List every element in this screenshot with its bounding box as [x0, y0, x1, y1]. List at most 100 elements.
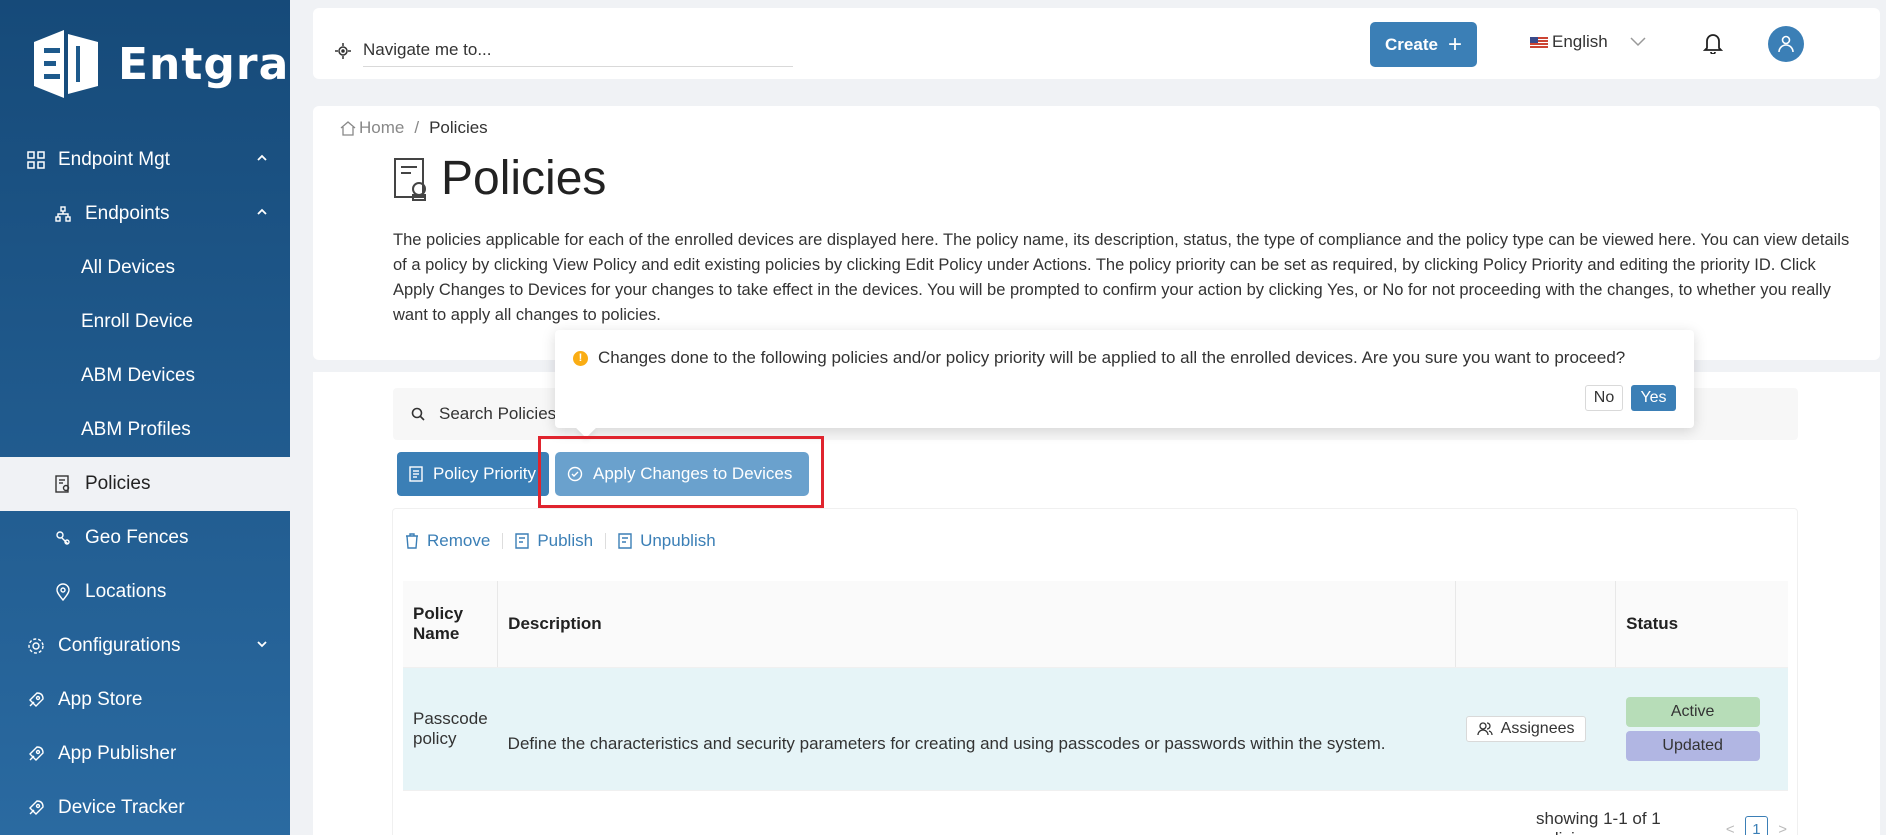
sidebar-item-label: App Publisher	[58, 743, 177, 764]
check-circle-icon	[567, 466, 583, 482]
trash-icon	[406, 533, 418, 549]
sidebar-item-label: App Store	[58, 689, 143, 710]
page-title: Policies	[393, 151, 606, 206]
sidebar-item-label: Configurations	[58, 635, 181, 656]
sidebar-item-endpoints[interactable]: Endpoints	[0, 187, 290, 241]
breadcrumb-home[interactable]: Home	[359, 118, 404, 138]
page-number[interactable]: 1	[1744, 816, 1769, 835]
policy-name-cell[interactable]: Passcode policy	[403, 667, 498, 791]
chevron-up-icon	[257, 208, 267, 215]
locate-icon	[335, 42, 351, 59]
sidebar-item-endpoint-mgt[interactable]: Endpoint Mgt	[0, 133, 290, 187]
brand-logo[interactable]: Entgra	[30, 28, 289, 100]
policy-document-icon	[394, 157, 426, 201]
publish-icon	[515, 533, 530, 549]
sidebar-item-app-publisher[interactable]: App Publisher	[0, 727, 290, 781]
language-selector[interactable]: English	[1530, 32, 1646, 52]
us-flag-icon	[1530, 36, 1548, 48]
sidebar-item-label: Enroll Device	[81, 311, 193, 332]
sidebar-item-policies[interactable]: Policies	[0, 457, 290, 511]
unpublish-button[interactable]: Unpublish	[618, 531, 716, 551]
sidebar-item-all-devices[interactable]: All Devices	[0, 241, 290, 295]
assignees-button[interactable]: Assignees	[1465, 715, 1586, 742]
policy-priority-button[interactable]: Policy Priority	[397, 452, 549, 496]
policies-table-card: Remove Publish Unpublish Policy Name Des…	[392, 508, 1798, 835]
sidebar-item-label: Device Tracker	[58, 797, 185, 818]
apply-changes-button[interactable]: Apply Changes to Devices	[555, 452, 809, 496]
assignees-label: Assignees	[1500, 719, 1575, 737]
page-title-text: Policies	[441, 152, 607, 205]
publish-label: Publish	[537, 531, 594, 550]
divider	[605, 533, 607, 549]
brand-name: Entgra	[118, 38, 290, 90]
sidebar-item-enroll-device[interactable]: Enroll Device	[0, 295, 290, 349]
confirm-message: ! Changes done to the following policies…	[573, 348, 1625, 368]
table-header-row: Policy Name Description Status	[403, 581, 1788, 668]
plus-icon: +	[1447, 30, 1462, 58]
unpublish-label: Unpublish	[640, 531, 716, 550]
navigate-input[interactable]	[363, 34, 793, 67]
sidebar-item-app-store[interactable]: App Store	[0, 673, 290, 727]
sidebar-item-label: Geo Fences	[85, 527, 189, 548]
column-header-policy-name[interactable]: Policy Name	[403, 581, 498, 668]
policy-icon	[53, 474, 73, 494]
breadcrumb-separator: /	[414, 118, 420, 137]
status-badge-updated: Updated	[1625, 730, 1760, 761]
sidebar-item-label: Locations	[85, 581, 167, 602]
chevron-up-icon	[257, 154, 267, 161]
unpublish-icon	[618, 533, 632, 549]
page-description: The policies applicable for each of the …	[393, 231, 1850, 324]
notification-bell-icon[interactable]	[1702, 32, 1724, 59]
status-badge-active: Active	[1625, 696, 1760, 727]
next-page-icon[interactable]: >	[1778, 821, 1787, 835]
sidebar-item-abm-devices[interactable]: ABM Devices	[0, 349, 290, 403]
sidebar-item-device-tracker[interactable]: Device Tracker	[0, 781, 290, 835]
sidebar-item-label: Policies	[85, 473, 151, 494]
rocket-icon	[26, 744, 46, 764]
page-header: Home / Policies Policies The policies ap…	[313, 106, 1880, 360]
policy-priority-label: Policy Priority	[433, 464, 536, 483]
confirm-message-text: Changes done to the following policies a…	[598, 348, 1626, 367]
grid-icon	[26, 150, 46, 170]
assignees-cell: Assignees	[1455, 667, 1616, 791]
language-label: English	[1552, 32, 1608, 51]
publish-button[interactable]: Publish	[515, 531, 593, 551]
gear-icon	[26, 636, 46, 656]
pagination-summary: showing 1-1 of 1 policies	[1536, 809, 1661, 835]
confirm-yes-button[interactable]: Yes	[1631, 385, 1676, 411]
apply-changes-label: Apply Changes to Devices	[593, 464, 793, 483]
pagination: showing 1-1 of 1 policies < 1 >	[1536, 809, 1797, 835]
user-avatar[interactable]	[1768, 26, 1804, 62]
policies-table: Policy Name Description Status Passcode …	[403, 581, 1788, 791]
topbar: Create + English	[313, 8, 1880, 79]
prev-page-icon[interactable]: <	[1726, 821, 1735, 835]
sidebar-nav: Endpoint Mgt Endpoints All Devices Enrol…	[0, 133, 290, 835]
sidebar: Entgra Endpoint Mgt Endpoints All Device…	[0, 0, 290, 835]
column-header-description: Description	[497, 581, 1456, 668]
column-header-status: Status	[1615, 581, 1788, 668]
breadcrumb: Home / Policies	[340, 118, 488, 138]
create-button[interactable]: Create +	[1370, 22, 1477, 67]
status-cell: Active Updated	[1615, 667, 1788, 791]
sidebar-item-label: ABM Devices	[81, 365, 196, 386]
sidebar-item-abm-profiles[interactable]: ABM Profiles	[0, 403, 290, 457]
sidebar-item-geo-fences[interactable]: Geo Fences	[0, 511, 290, 565]
sidebar-item-configurations[interactable]: Configurations	[0, 619, 290, 673]
rocket-icon	[26, 798, 46, 818]
sidebar-item-label: ABM Profiles	[81, 419, 191, 440]
bulk-actions: Remove Publish Unpublish	[405, 531, 716, 551]
hierarchy-icon	[53, 204, 73, 224]
navigate-search	[335, 34, 793, 67]
policy-description-cell: Define the characteristics and security …	[497, 667, 1456, 791]
remove-button[interactable]: Remove	[405, 531, 490, 551]
sidebar-item-label: Endpoint Mgt	[58, 149, 170, 170]
create-button-label: Create	[1385, 34, 1438, 54]
sidebar-item-locations[interactable]: Locations	[0, 565, 290, 619]
users-icon	[1477, 721, 1493, 735]
policies-content: Policy Priority Apply Changes to Devices…	[313, 372, 1880, 835]
remove-label: Remove	[427, 531, 491, 550]
confirm-no-button[interactable]: No	[1585, 385, 1623, 411]
geofence-icon	[53, 528, 73, 548]
sidebar-item-label: Endpoints	[85, 203, 170, 224]
table-row[interactable]: Passcode policy Define the characteristi…	[403, 667, 1788, 791]
